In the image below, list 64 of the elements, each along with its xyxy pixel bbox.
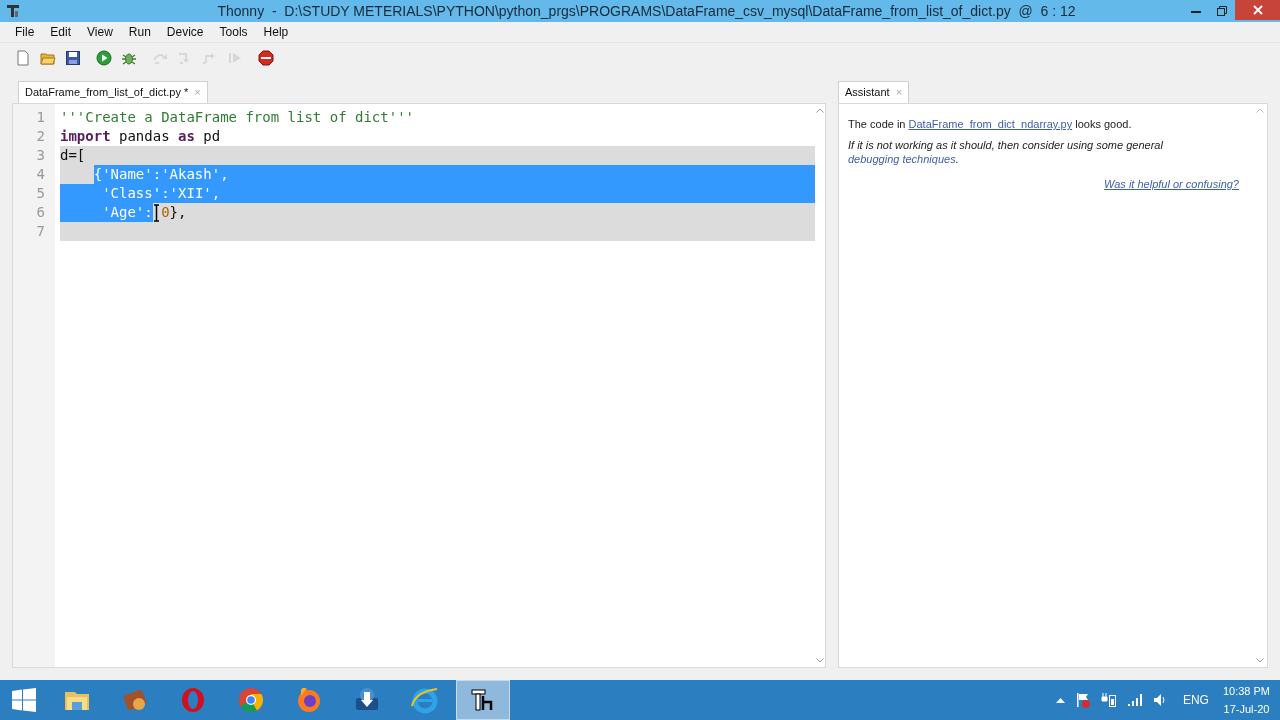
stop-icon	[258, 49, 274, 66]
restore-icon	[1217, 6, 1227, 16]
mouse-cursor-icon	[153, 203, 161, 222]
menu-item[interactable]: Device	[158, 23, 212, 41]
save-icon	[65, 49, 81, 66]
code-token: 'XII'	[169, 184, 212, 203]
code-token: pd	[202, 127, 221, 146]
code-token: d=[	[60, 146, 86, 165]
window-title: Thonny - D:\STUDY METERIALS\PYTHON\python_prgs\PROGRAMS\DataFrame_csv_mysql\DataFrame_from_list_of_dict.py @ 6 : 12	[217, 1, 1076, 21]
code-token: },	[169, 203, 187, 222]
code-token: as	[178, 127, 195, 146]
scroll-up-icon[interactable]	[816, 108, 824, 113]
assistant-message: The code in DataFrame_from_dict_ndarray.py looks good.	[848, 117, 1133, 131]
code-token: 0	[161, 203, 170, 222]
close-icon	[1252, 5, 1263, 15]
code-token: 'Age'	[60, 203, 145, 222]
scroll-down-icon[interactable]	[816, 658, 824, 663]
new-file-icon	[15, 49, 31, 66]
windows-icon	[12, 688, 36, 712]
line-number: 2	[35, 127, 45, 146]
assistant-tab[interactable]: Assistant ×	[838, 81, 910, 103]
signal-icon[interactable]	[1126, 693, 1143, 707]
code-token: 'Akash'	[161, 165, 221, 184]
code-token: '''Create a DataFrame from list of dict'''	[60, 108, 414, 127]
line-number: 7	[35, 222, 45, 241]
code-token: :	[161, 184, 170, 203]
menu-item[interactable]: Help	[255, 23, 297, 41]
link[interactable]: debugging techniques	[848, 153, 956, 165]
close-button[interactable]	[1235, 0, 1280, 20]
editor-tab[interactable]: DataFrame_from_list_of_dict.py * ×	[18, 81, 208, 103]
code-token: ,	[220, 165, 229, 184]
line-number: 5	[35, 184, 45, 203]
clock-time[interactable]: 10:38 PM	[1222, 682, 1270, 700]
code-token: pandas	[118, 127, 171, 146]
run-icon	[96, 49, 112, 66]
line-number: 6	[35, 203, 45, 222]
code-token: ,	[211, 184, 221, 203]
code-token: :	[144, 203, 153, 222]
menu-item[interactable]: Edit	[42, 23, 80, 41]
menu-item[interactable]: File	[7, 23, 43, 41]
scroll-up-icon[interactable]	[1256, 108, 1264, 113]
code-token: import	[60, 127, 111, 146]
menu-item[interactable]: View	[79, 23, 121, 41]
code-token: 'Class'	[60, 184, 162, 203]
feedback-link[interactable]: Was it helpful or confusing?	[1104, 176, 1239, 193]
code-token: {	[93, 165, 103, 184]
menu-item[interactable]: Run	[120, 23, 159, 41]
menu-item[interactable]: Tools	[211, 23, 256, 41]
scroll-down-icon[interactable]	[1256, 658, 1264, 663]
language-indicator[interactable]: ENG	[1178, 691, 1213, 709]
line-number: 4	[35, 165, 45, 184]
battery-icon[interactable]	[1100, 692, 1117, 708]
assistant-message: If it is not working as it should, then consider using some general debugging techniques.	[848, 138, 1164, 166]
clock-date[interactable]: 17-Jul-20	[1223, 700, 1270, 718]
code-token: 'Name'	[102, 165, 153, 184]
link[interactable]: DataFrame_from_dict_ndarray.py	[908, 118, 1073, 130]
flag-icon[interactable]	[1074, 692, 1091, 708]
taskbar-button[interactable]	[456, 680, 510, 720]
line-number: 3	[35, 146, 45, 165]
line-number: 1	[35, 108, 45, 127]
code-token: :	[152, 165, 162, 184]
app-icon	[6, 4, 20, 18]
show-hidden-icons-icon[interactable]	[1055, 697, 1065, 703]
minimize-icon	[1191, 9, 1201, 13]
